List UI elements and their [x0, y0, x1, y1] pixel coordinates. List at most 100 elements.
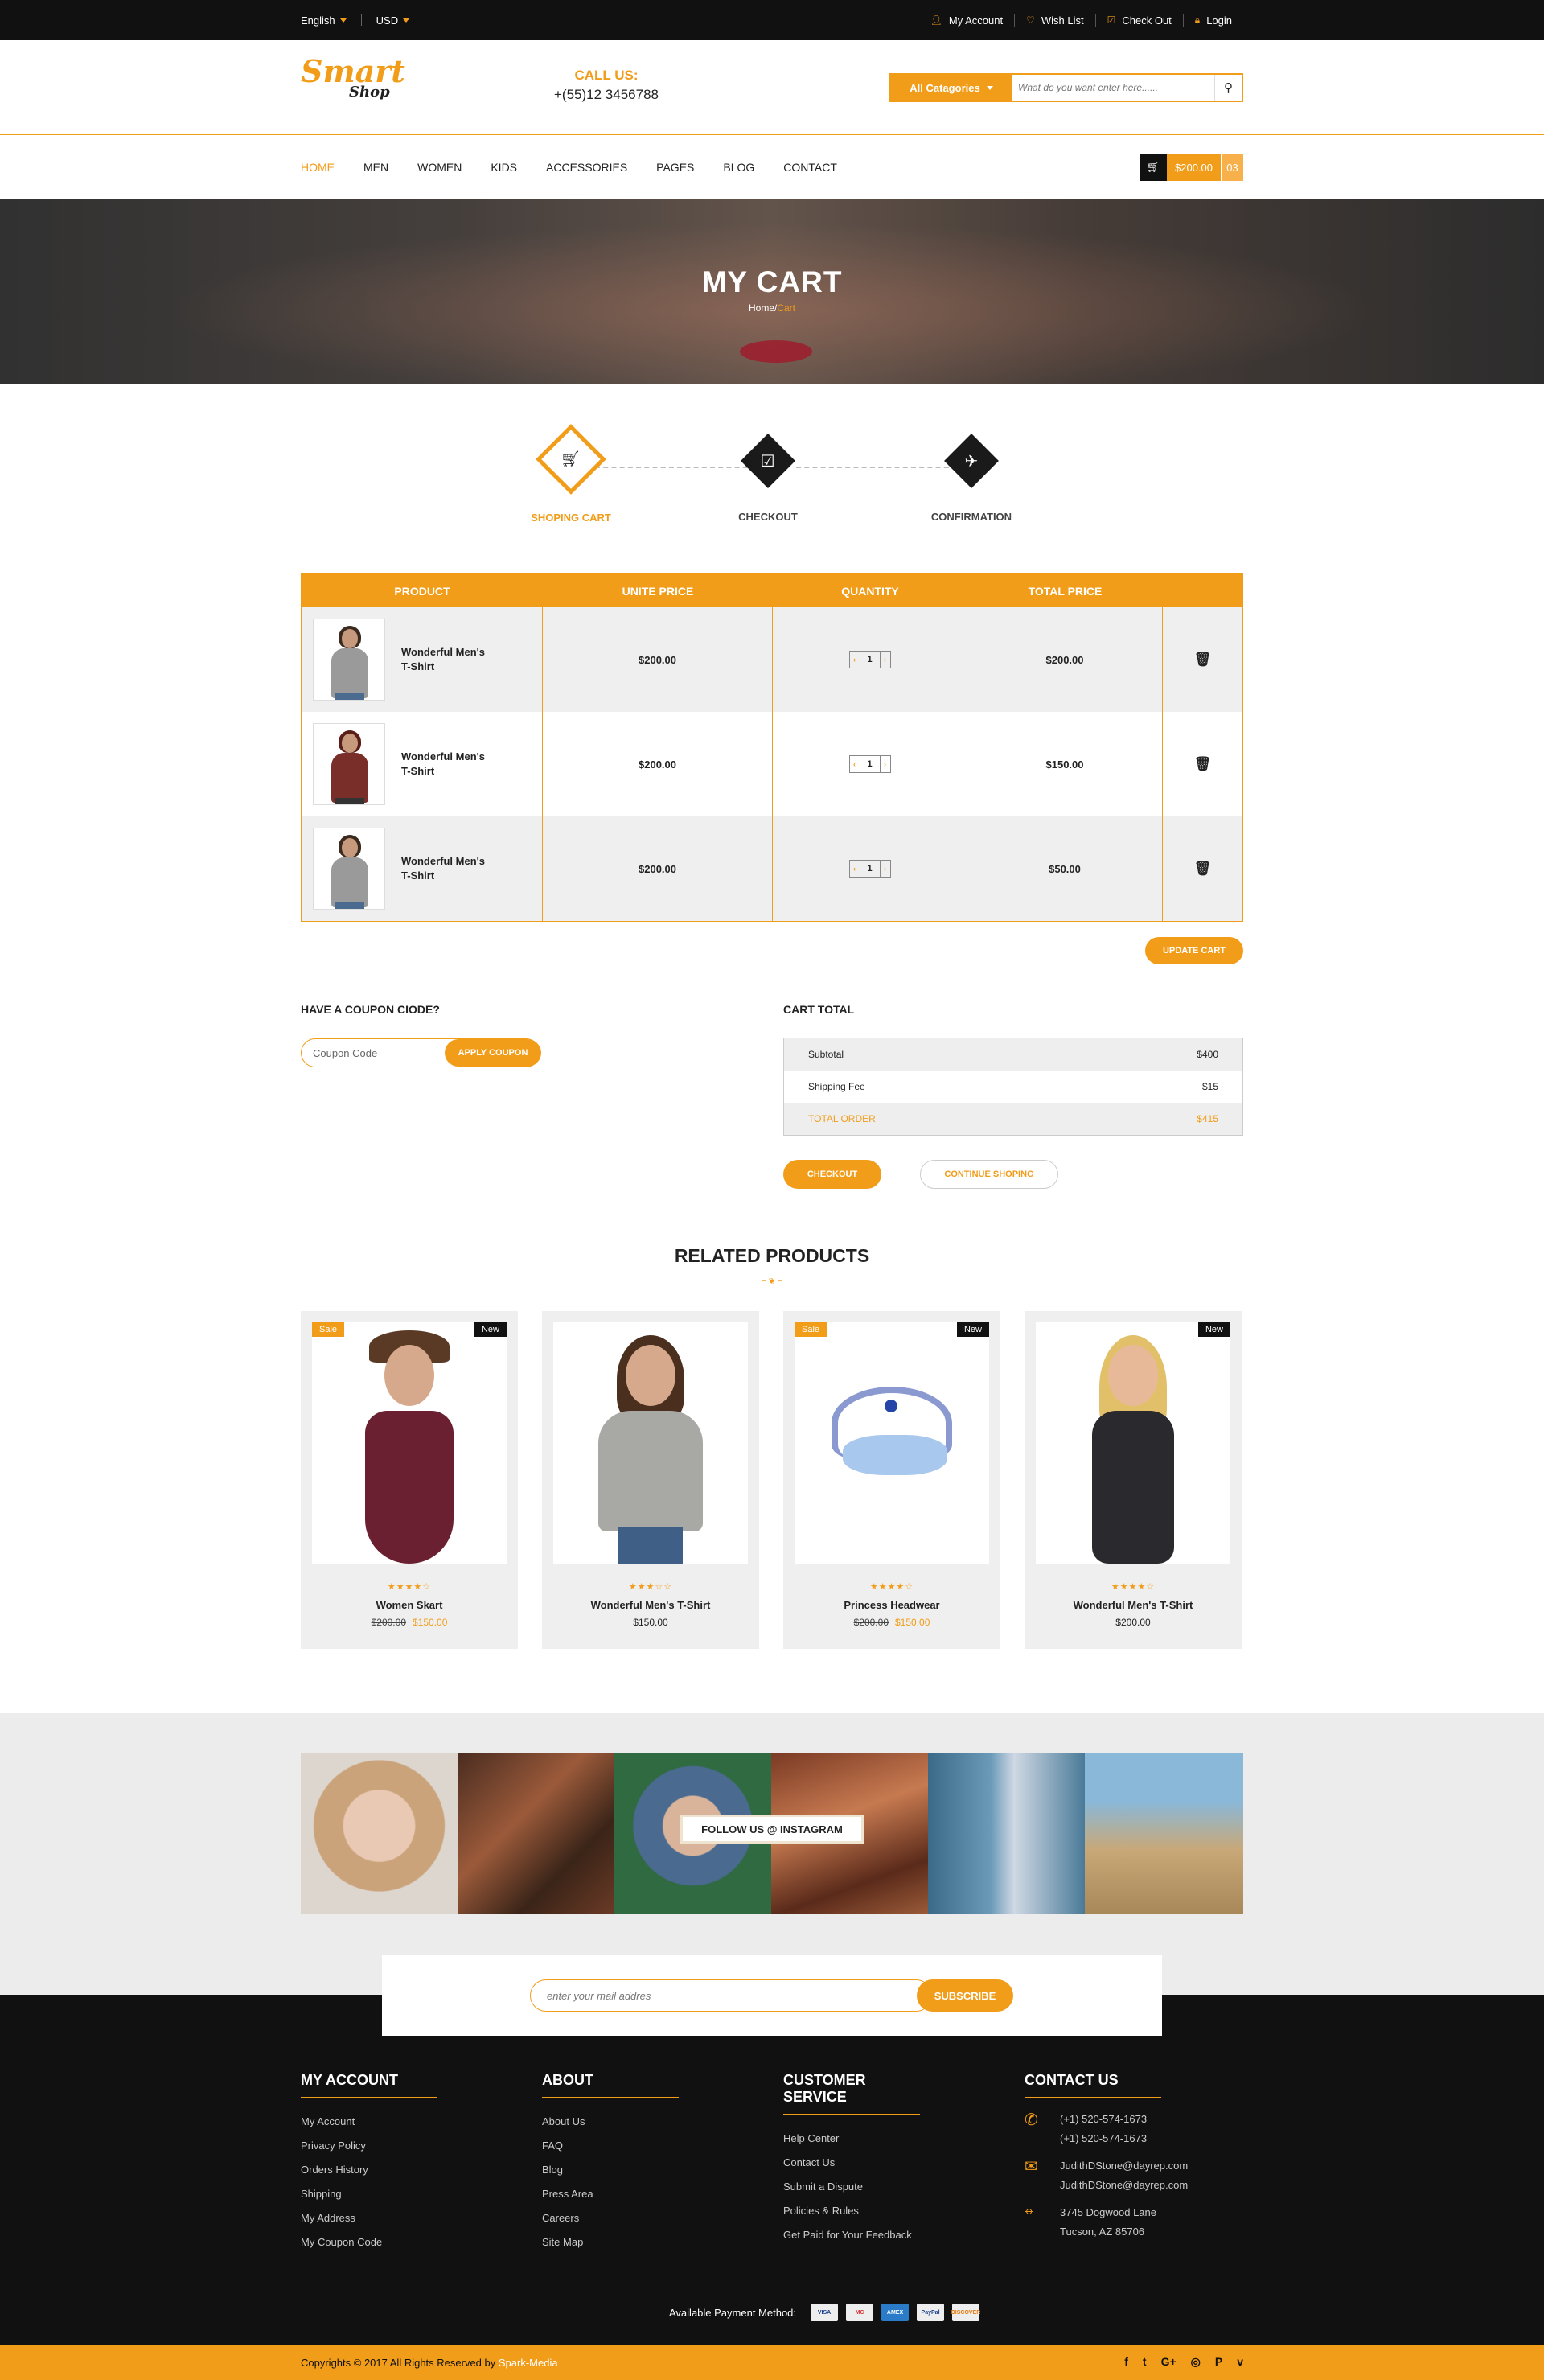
- product-thumbnail[interactable]: [313, 828, 385, 910]
- new-badge: New: [956, 1322, 989, 1337]
- product-name[interactable]: Women Skart: [301, 1599, 518, 1611]
- product-name[interactable]: Wonderful Men's T-Shirt: [401, 750, 498, 779]
- product-thumbnail[interactable]: [313, 723, 385, 805]
- product-name[interactable]: Princess Headwear: [783, 1599, 1000, 1611]
- product-thumbnail[interactable]: [313, 619, 385, 701]
- trash-icon[interactable]: 🗑︎: [1194, 756, 1212, 772]
- quantity-stepper[interactable]: ‹ 1 ›: [848, 755, 891, 773]
- footer-link[interactable]: Policies & Rules: [783, 2199, 992, 2223]
- footer-link[interactable]: Blog: [542, 2158, 751, 2182]
- nav-home[interactable]: HOME: [301, 161, 335, 174]
- footer-link[interactable]: Submit a Dispute: [783, 2175, 992, 2199]
- product-name[interactable]: Wonderful Men's T-Shirt: [401, 854, 498, 883]
- google-plus-icon[interactable]: G+: [1161, 2355, 1176, 2369]
- product-card[interactable]: New ★★★★☆ Wonderful Men's T-Shirt $200.0…: [1025, 1311, 1242, 1649]
- amex-icon: AMEX: [881, 2304, 910, 2321]
- product-image[interactable]: [1036, 1322, 1230, 1564]
- apply-coupon-button[interactable]: APPLY COUPON: [445, 1039, 541, 1067]
- footer-link[interactable]: My Account: [301, 2110, 510, 2134]
- pinterest-icon[interactable]: P: [1215, 2355, 1222, 2369]
- footer-link[interactable]: Careers: [542, 2206, 751, 2230]
- newsletter-email-input[interactable]: enter your mail addres: [530, 1979, 932, 2012]
- product-card[interactable]: Sale New ★★★★☆ Women Skart $200.00 $150.0…: [301, 1311, 518, 1649]
- instagram-photo[interactable]: [1085, 1753, 1243, 1914]
- cart-total-title: CART TOTAL: [783, 1003, 855, 1016]
- breadcrumb-home[interactable]: Home/: [749, 302, 777, 314]
- product-card[interactable]: Sale New ★★★★☆ Princess Headwear $200.00…: [783, 1311, 1000, 1649]
- product-image[interactable]: [795, 1322, 989, 1564]
- product-image[interactable]: [312, 1322, 507, 1564]
- check-square-icon: ☑: [761, 452, 775, 471]
- subtotal-row: Subtotal $400: [784, 1038, 1242, 1071]
- nav-accessories[interactable]: ACCESSORIES: [546, 161, 627, 174]
- check-out-link[interactable]: ☑ Check Out: [1094, 14, 1183, 27]
- decrement-button[interactable]: ‹: [850, 756, 860, 772]
- nav-pages[interactable]: PAGES: [656, 161, 694, 174]
- footer-link[interactable]: Shipping: [301, 2182, 510, 2206]
- nav-women[interactable]: WOMEN: [417, 161, 462, 174]
- cart-table: PRODUCT UNITE PRICE QUANTITY TOTAL PRICE…: [301, 573, 1243, 922]
- category-select[interactable]: All Catagories: [891, 75, 1012, 101]
- trash-icon[interactable]: 🗑︎: [1194, 861, 1212, 877]
- payment-methods: Available Payment Method: VISA MC AMEX P…: [669, 2304, 980, 2321]
- wish-list-link[interactable]: ♡ Wish List: [1014, 14, 1095, 27]
- increment-button[interactable]: ›: [881, 652, 890, 668]
- decrement-button[interactable]: ‹: [850, 861, 860, 877]
- subscribe-button[interactable]: SUBSCRIBE: [917, 1979, 1013, 2012]
- update-cart-button[interactable]: UPDATE CART: [1145, 937, 1243, 964]
- footer-link[interactable]: Privacy Policy: [301, 2134, 510, 2158]
- trash-icon[interactable]: 🗑︎: [1194, 652, 1212, 668]
- quantity-stepper[interactable]: ‹ 1 ›: [848, 651, 891, 668]
- brand-link[interactable]: Spark-Media: [499, 2357, 558, 2369]
- currency-select[interactable]: USD: [376, 14, 410, 27]
- chevron-down-icon: [403, 18, 410, 23]
- footer-link[interactable]: Help Center: [783, 2127, 992, 2151]
- product-image[interactable]: [553, 1322, 748, 1564]
- mail-icon: ✉: [1025, 2158, 1038, 2176]
- footer-link[interactable]: Press Area: [542, 2182, 751, 2206]
- instagram-photo[interactable]: [458, 1753, 614, 1914]
- footer-link[interactable]: Site Map: [542, 2230, 751, 2255]
- vimeo-icon[interactable]: v: [1237, 2355, 1243, 2369]
- product-name[interactable]: Wonderful Men's T-Shirt: [1025, 1599, 1242, 1611]
- footer-link[interactable]: FAQ: [542, 2134, 751, 2158]
- search-button[interactable]: ⚲: [1214, 75, 1242, 101]
- chevron-down-icon: [339, 18, 347, 23]
- footer-link[interactable]: About Us: [542, 2110, 751, 2134]
- step-checkout: ☑ CHECKOUT: [704, 434, 832, 523]
- increment-button[interactable]: ›: [881, 756, 890, 772]
- increment-button[interactable]: ›: [881, 861, 890, 877]
- nav-kids[interactable]: KIDS: [491, 161, 517, 174]
- instagram-photo[interactable]: [928, 1753, 1085, 1914]
- follow-instagram-button[interactable]: FOLLOW US @ INSTAGRAM: [680, 1815, 864, 1844]
- language-select[interactable]: English: [301, 14, 347, 27]
- mini-cart-button[interactable]: 🛒︎ $200.00 03: [1140, 154, 1243, 181]
- breadcrumb-current: Cart: [777, 302, 795, 314]
- nav-blog[interactable]: BLOG: [723, 161, 754, 174]
- checkout-button[interactable]: CHECKOUT: [783, 1160, 881, 1189]
- paypal-icon: PayPal: [917, 2304, 945, 2321]
- facebook-icon[interactable]: f: [1124, 2355, 1128, 2369]
- my-account-link[interactable]: 👤︎ My Account: [919, 14, 1014, 27]
- product-price: $200.00 $150.00: [371, 1617, 448, 1628]
- footer-link[interactable]: Orders History: [301, 2158, 510, 2182]
- footer-link[interactable]: Get Paid for Your Feedback: [783, 2223, 992, 2247]
- product-name[interactable]: Wonderful Men's T-Shirt: [542, 1599, 759, 1611]
- nav-men[interactable]: MEN: [363, 161, 388, 174]
- quantity-stepper[interactable]: ‹ 1 ›: [848, 860, 891, 878]
- instagram-photo[interactable]: [301, 1753, 458, 1914]
- twitter-icon[interactable]: t: [1143, 2355, 1147, 2369]
- footer-link[interactable]: My Address: [301, 2206, 510, 2230]
- product-card[interactable]: ★★★☆☆ Wonderful Men's T-Shirt $150.00: [542, 1311, 759, 1649]
- nav-contact[interactable]: CONTACT: [783, 161, 837, 174]
- footer-link[interactable]: My Coupon Code: [301, 2230, 510, 2255]
- instagram-icon[interactable]: ◎: [1191, 2355, 1201, 2369]
- search-input[interactable]: [1012, 75, 1214, 101]
- login-link[interactable]: 🔒︎ Login: [1182, 14, 1243, 27]
- decrement-button[interactable]: ‹: [850, 652, 860, 668]
- cart-table-header: PRODUCT UNITE PRICE QUANTITY TOTAL PRICE: [302, 574, 1242, 607]
- footer-link[interactable]: Contact Us: [783, 2151, 992, 2175]
- continue-shopping-button[interactable]: CONTINUE SHOPING: [920, 1160, 1058, 1189]
- logo[interactable]: Smart Shop: [301, 56, 405, 100]
- product-name[interactable]: Wonderful Men's T-Shirt: [401, 645, 498, 674]
